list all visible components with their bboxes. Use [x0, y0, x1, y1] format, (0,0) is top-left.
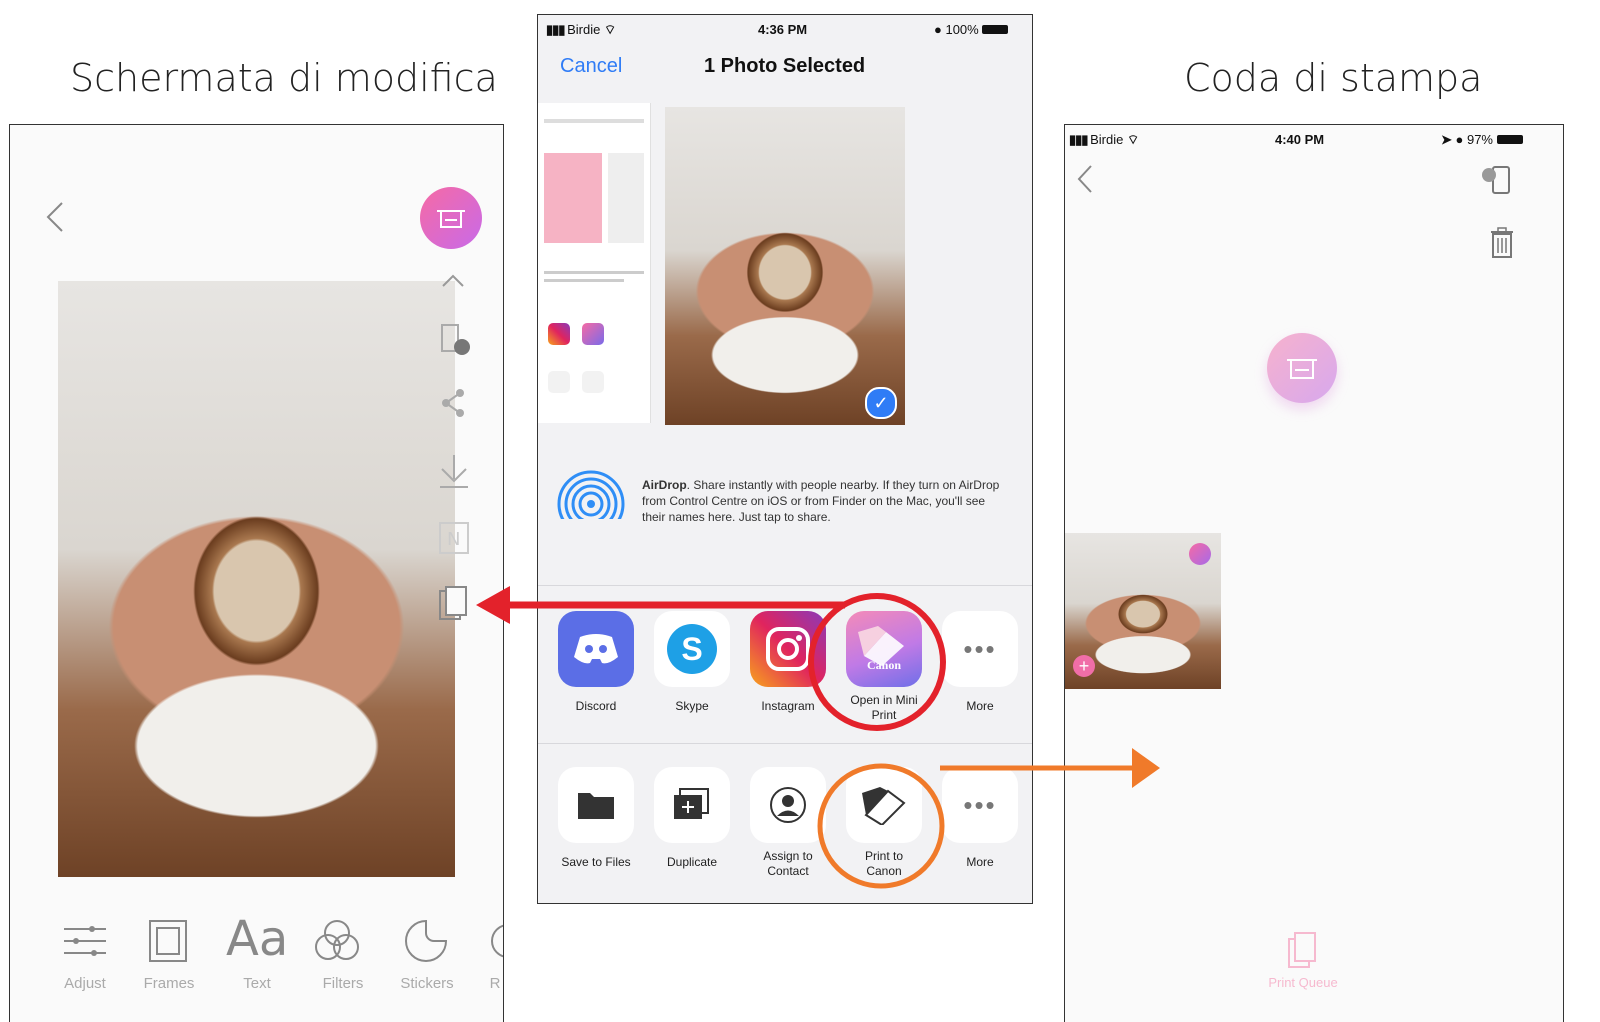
red-circle-highlight — [808, 593, 946, 731]
annotation-overlay — [476, 586, 1160, 889]
orange-circle-highlight — [817, 763, 945, 889]
red-arrow-head — [476, 586, 510, 624]
orange-arrow-head — [1132, 748, 1160, 788]
